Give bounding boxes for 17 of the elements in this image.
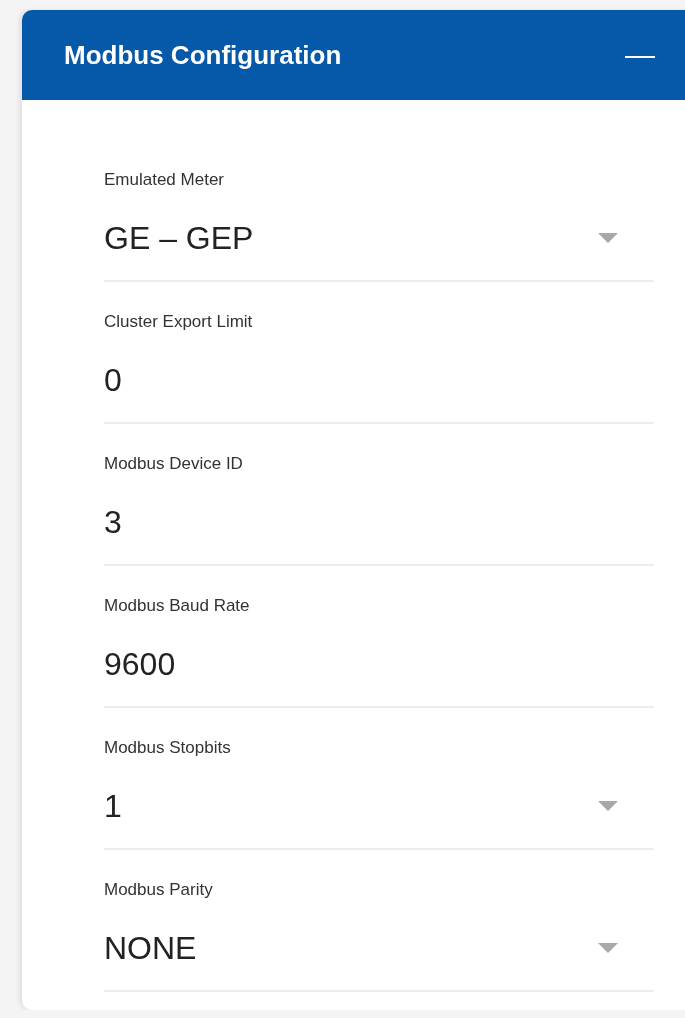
dropdown-caret-icon	[598, 233, 618, 243]
field-label: Modbus Parity	[104, 880, 214, 900]
dropdown-caret-icon	[598, 943, 618, 953]
input-field[interactable]: 3	[104, 500, 654, 544]
input-field[interactable]: 0	[104, 358, 654, 402]
select-field[interactable]: NONE	[104, 926, 654, 970]
select-field[interactable]: 1	[104, 784, 654, 828]
field-label: Cluster Export Limit	[104, 312, 254, 332]
input-field[interactable]: 9600	[104, 642, 654, 686]
field-label: Modbus Stopbits	[104, 738, 232, 758]
field-label: Emulated Meter	[104, 170, 225, 190]
dropdown-caret-icon	[598, 801, 618, 811]
panel-title: Modbus Configuration	[64, 39, 342, 71]
select-field[interactable]: GE – GEP	[104, 216, 654, 260]
field-label: Modbus Baud Rate	[104, 596, 251, 616]
collapse-button[interactable]: —	[623, 38, 657, 72]
field-label: Modbus Device ID	[104, 454, 244, 474]
